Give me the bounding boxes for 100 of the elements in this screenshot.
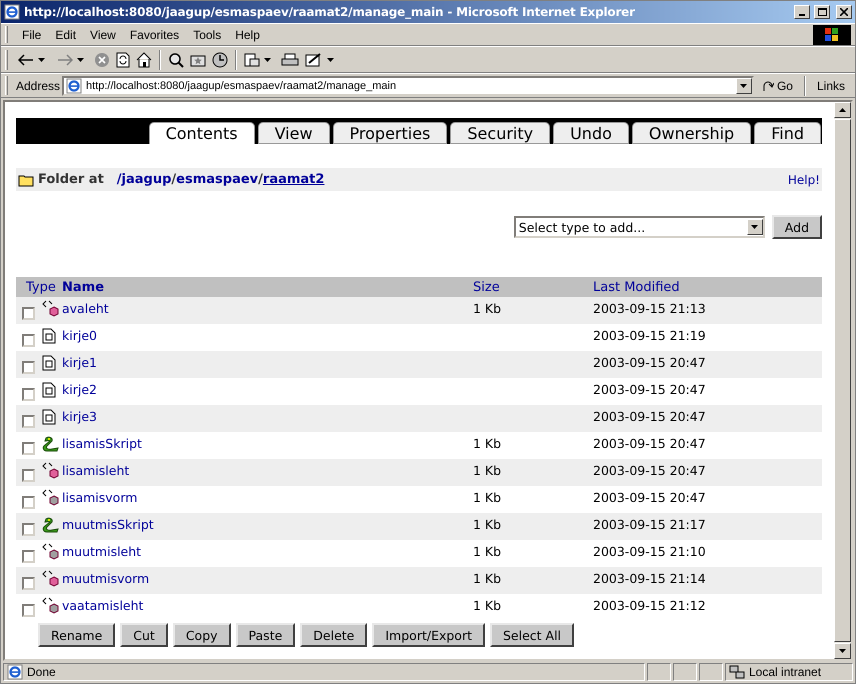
dropdown-button[interactable] — [736, 78, 752, 94]
action-button[interactable]: Import/Export — [372, 623, 485, 647]
folder-label: Folder at — [38, 172, 104, 187]
menu-item[interactable]: Favorites — [124, 26, 186, 44]
checkbox[interactable] — [22, 307, 35, 320]
scroll-up-button[interactable] — [834, 102, 851, 118]
maximize-icon — [818, 8, 826, 16]
tab[interactable]: Contents — [148, 122, 255, 144]
item-link[interactable]: vaatamisleht — [62, 598, 473, 617]
size-cell-text: 1 Kb — [473, 436, 502, 453]
tab[interactable]: View — [258, 122, 330, 144]
go-button[interactable]: Go — [756, 78, 799, 92]
printer-icon[interactable] — [281, 52, 299, 66]
snake-icon — [42, 516, 60, 532]
size-cell-text: 1 Kb — [473, 544, 502, 561]
menu-item[interactable]: Help — [229, 26, 266, 44]
path-separator: / — [171, 172, 176, 187]
help-link[interactable]: Help! — [788, 172, 820, 186]
caret-icon[interactable] — [327, 58, 334, 62]
tab[interactable]: Find — [754, 122, 821, 144]
type-select[interactable]: Select type to add... — [514, 216, 765, 238]
item-link[interactable]: lisamisleht — [62, 463, 473, 482]
tab[interactable]: Security — [450, 122, 550, 144]
checkbox[interactable] — [22, 496, 35, 509]
edit-icon[interactable] — [305, 52, 323, 66]
column-header[interactable]: Name — [62, 280, 473, 294]
menu-item[interactable]: View — [84, 26, 122, 44]
stop-icon[interactable] — [94, 52, 110, 68]
page-template-icon — [42, 462, 60, 479]
size-cell-text: 1 Kb — [473, 463, 502, 480]
item-link[interactable]: lisamisvorm — [62, 490, 473, 509]
path-link[interactable]: /jaagup — [116, 172, 172, 187]
checkbox[interactable] — [22, 361, 35, 374]
close-icon — [840, 8, 848, 16]
tab[interactable]: Undo — [553, 122, 629, 144]
refresh-icon[interactable] — [116, 52, 130, 68]
favorites-folder-icon[interactable] — [190, 52, 206, 66]
caret-icon[interactable] — [38, 58, 45, 62]
dropdown-button[interactable] — [746, 219, 763, 235]
item-link[interactable]: kirje1 — [62, 355, 473, 374]
action-button[interactable]: Select All — [490, 623, 574, 647]
checkbox[interactable] — [22, 415, 35, 428]
ie-logo-icon — [4, 4, 20, 20]
item-link[interactable]: kirje0 — [62, 328, 473, 347]
address-label: Address — [16, 78, 60, 92]
menu-item[interactable]: File — [16, 26, 48, 44]
checkbox[interactable] — [22, 442, 35, 455]
checkbox[interactable] — [22, 550, 35, 563]
item-link[interactable]: kirje3 — [62, 409, 473, 428]
caret-icon[interactable] — [751, 225, 758, 229]
caret-icon[interactable] — [264, 58, 271, 62]
action-button[interactable]: Copy — [172, 623, 231, 647]
checkbox[interactable] — [22, 334, 35, 347]
action-button[interactable]: Rename — [38, 623, 116, 647]
column-header[interactable]: Size — [473, 280, 593, 294]
path-link[interactable]: esmaspaev — [176, 172, 258, 187]
size-cell-text: 1 Kb — [473, 598, 502, 615]
checkbox[interactable] — [22, 388, 35, 401]
item-link[interactable]: muutmisSkript — [62, 517, 473, 536]
menu-item[interactable]: Tools — [187, 26, 228, 44]
path-link[interactable]: raamat2 — [262, 172, 324, 187]
home-icon[interactable] — [136, 52, 152, 68]
caret-icon[interactable] — [77, 58, 84, 62]
tab[interactable]: Ownership — [632, 122, 752, 144]
item-link[interactable]: muutmisvorm — [62, 571, 473, 590]
search-icon[interactable] — [168, 52, 184, 68]
menu-item[interactable]: Edit — [49, 26, 82, 44]
checkbox[interactable] — [22, 604, 35, 617]
close-button[interactable] — [836, 5, 852, 19]
checkbox[interactable] — [22, 469, 35, 482]
item-link[interactable]: kirje2 — [62, 382, 473, 401]
history-icon[interactable] — [212, 52, 228, 68]
maximize-button[interactable] — [814, 5, 830, 19]
checkbox[interactable] — [22, 577, 35, 590]
file-icon — [42, 354, 56, 370]
scroll-down-button[interactable] — [834, 643, 851, 659]
item-link[interactable]: lisamisSkript — [62, 436, 473, 455]
back-arrow-icon[interactable] — [18, 54, 34, 66]
tab[interactable]: Properties — [332, 122, 448, 144]
caret-icon[interactable] — [740, 84, 748, 88]
address-field[interactable]: http://localhost:8080/jaagup/esmaspaev/raamat2/manage_main — [62, 76, 754, 96]
action-button[interactable]: Delete — [300, 623, 368, 647]
status-panel — [673, 663, 697, 681]
item-link[interactable]: muutmisleht — [62, 544, 473, 563]
checkbox[interactable] — [22, 523, 35, 536]
modified-cell-text: 2003-09-15 20:47 — [593, 436, 707, 453]
up-arrow-icon — [839, 108, 846, 112]
minimize-button[interactable] — [794, 5, 810, 19]
action-button[interactable]: Cut — [120, 623, 168, 647]
add-button[interactable]: Add — [772, 215, 822, 239]
page-template-icon — [42, 597, 60, 614]
zone-text: Local intranet — [749, 665, 822, 679]
action-button[interactable]: Paste — [236, 623, 296, 647]
item-link[interactable]: avaleht — [62, 301, 473, 320]
column-header[interactable]: Type — [16, 280, 62, 294]
mail-icon[interactable] — [244, 52, 260, 68]
path-separator: / — [258, 172, 263, 187]
page-template-icon — [42, 300, 60, 317]
column-header[interactable]: Last Modified — [593, 280, 822, 294]
links-button[interactable]: Links — [810, 78, 851, 92]
